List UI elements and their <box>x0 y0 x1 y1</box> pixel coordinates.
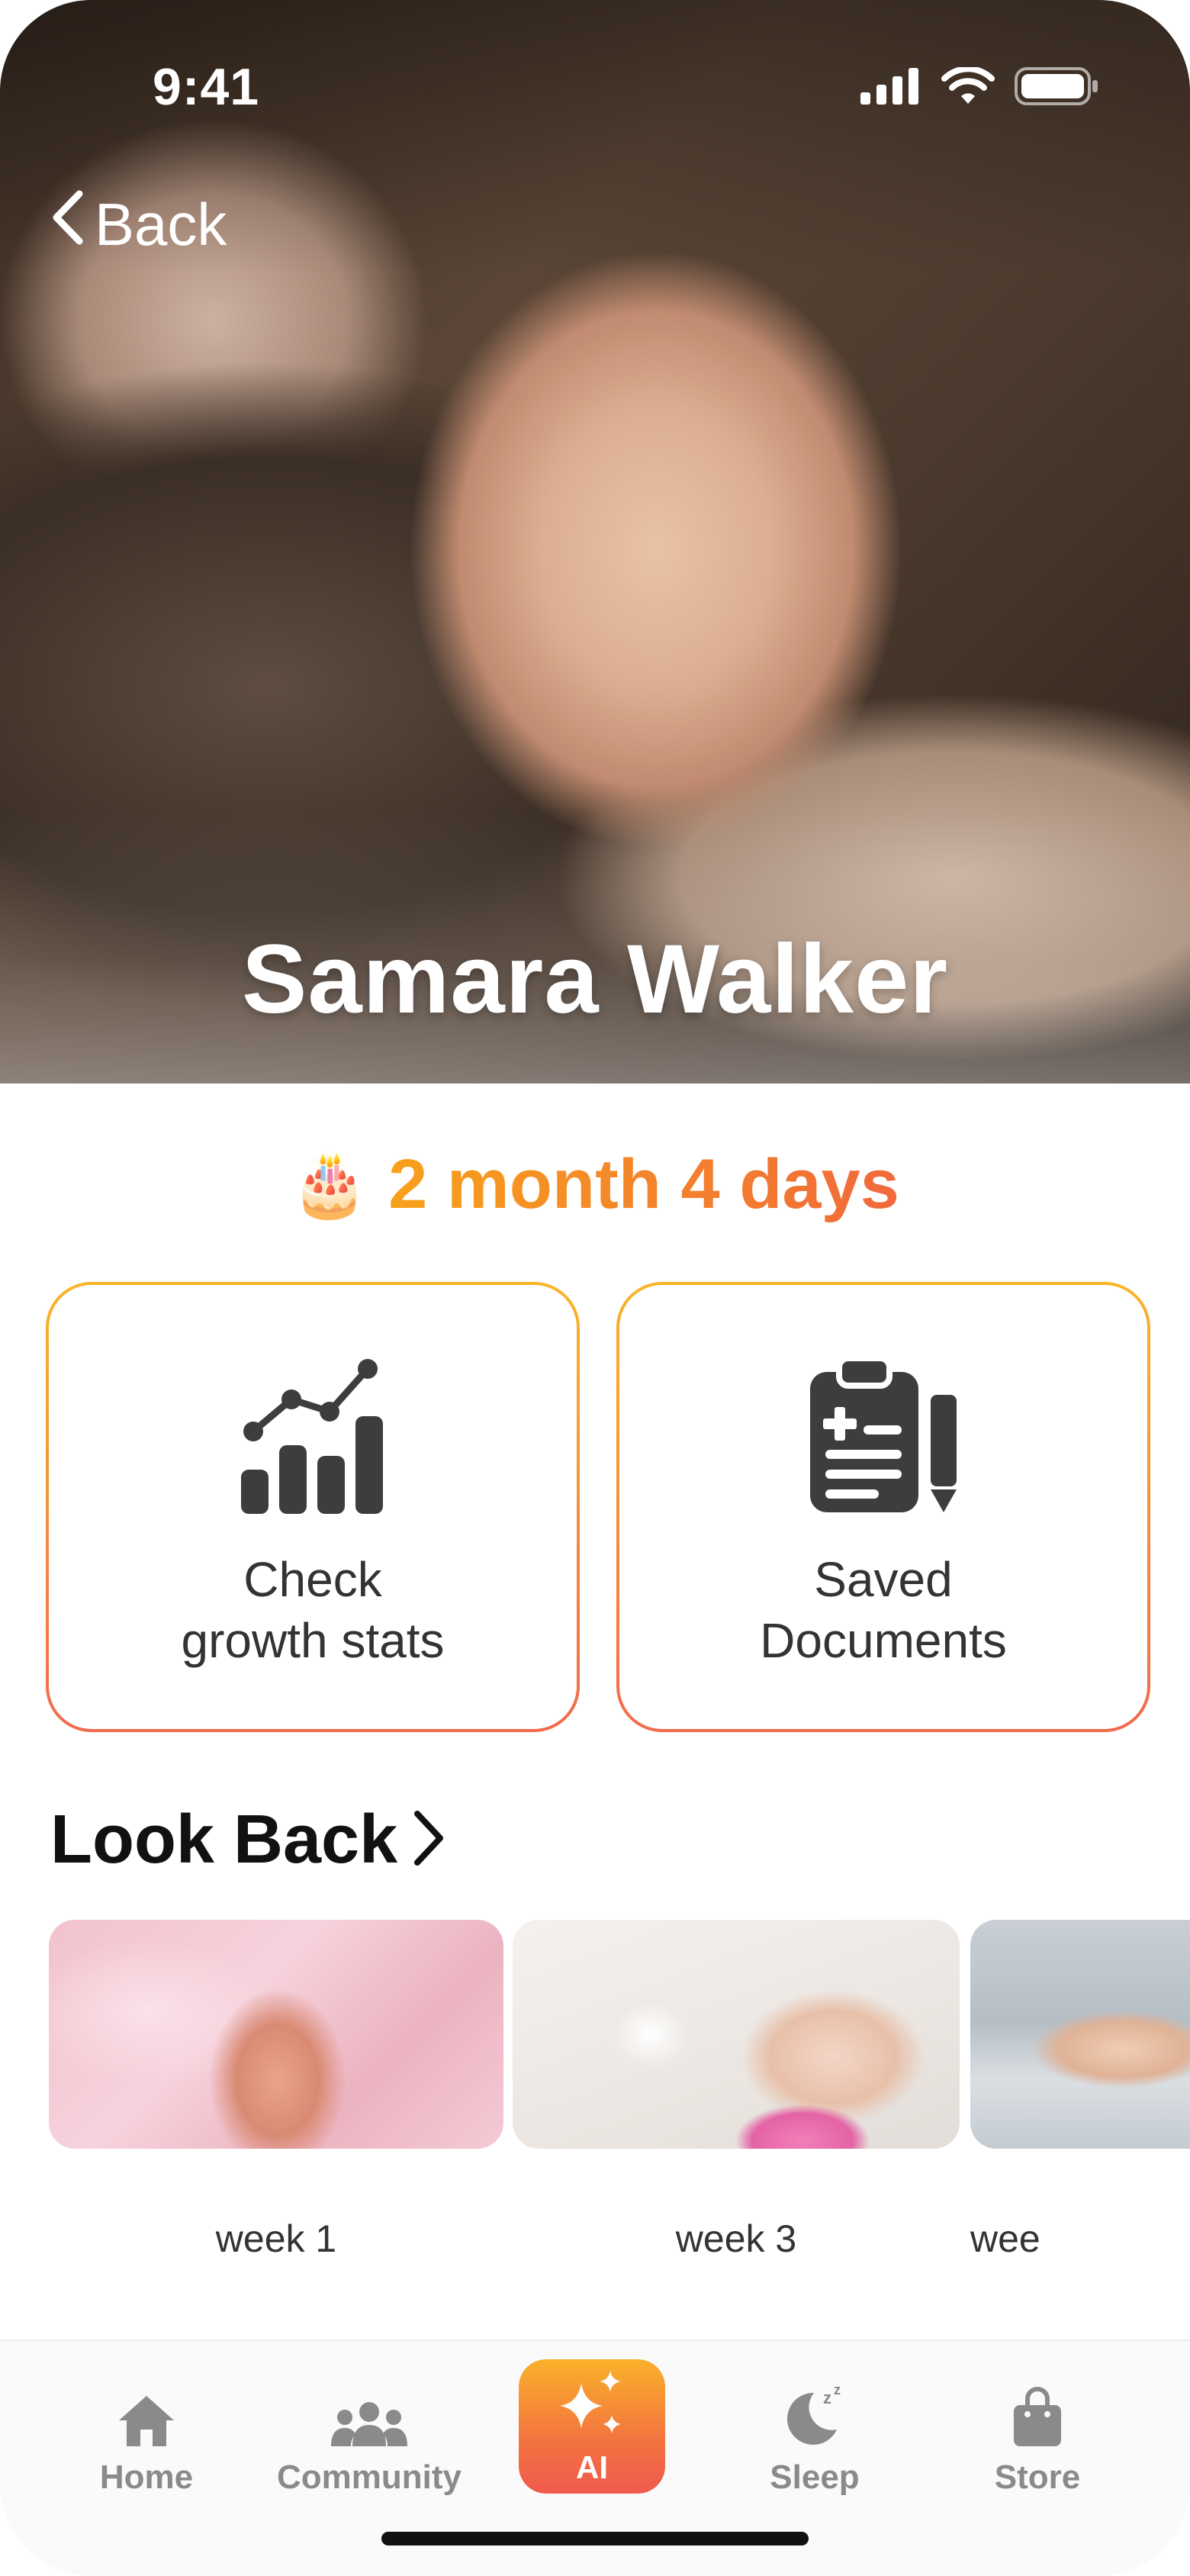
tab-community-label: Community <box>277 2458 462 2496</box>
saved-documents-label: Saved Documents <box>760 1552 1007 1668</box>
chevron-left-icon <box>50 189 84 260</box>
look-back-photo-week-1[interactable] <box>49 1920 503 2149</box>
hero-photo: 9:41 Back Samara Walker <box>0 0 1190 1084</box>
look-back-label: week 3 <box>675 2217 797 2260</box>
sparkle-icon <box>555 2368 629 2445</box>
tab-home[interactable]: Home <box>47 2364 246 2497</box>
svg-text:z: z <box>834 2382 841 2397</box>
clipboard-document-icon <box>807 1355 960 1515</box>
look-back-carousel[interactable] <box>49 1920 1190 2149</box>
status-icons <box>860 66 1098 109</box>
age-row: 🎂 2 month 4 days <box>0 1145 1190 1225</box>
app-screen: 9:41 Back Samara Walker 🎂 2 month 4 days… <box>0 0 1190 2576</box>
birthday-cake-icon: 🎂 <box>291 1149 369 1219</box>
look-back-header[interactable]: Look Back <box>50 1801 446 1879</box>
moon-sleep-icon: z z <box>780 2364 849 2448</box>
tab-sleep-label: Sleep <box>770 2458 860 2496</box>
look-back-title: Look Back <box>50 1802 398 1878</box>
look-back-label: week 1 <box>215 2217 337 2260</box>
tab-store-label: Store <box>994 2458 1081 2496</box>
home-indicator <box>381 2532 809 2545</box>
tab-community[interactable]: Community <box>270 2364 468 2497</box>
community-icon <box>330 2364 409 2448</box>
status-time: 9:41 <box>153 58 260 116</box>
saved-documents-card[interactable]: Saved Documents <box>616 1282 1150 1732</box>
growth-stats-card[interactable]: Check growth stats <box>46 1282 580 1732</box>
svg-text:z: z <box>823 2388 831 2407</box>
age-text: 2 month 4 days <box>388 1145 899 1223</box>
tab-sleep[interactable]: z z Sleep <box>716 2364 914 2497</box>
growth-stats-label: Check growth stats <box>181 1552 445 1668</box>
chevron-right-icon <box>411 1808 446 1872</box>
signal-icon <box>860 68 921 108</box>
back-label: Back <box>95 191 227 258</box>
tab-store[interactable]: Store <box>938 2364 1137 2497</box>
home-icon <box>116 2364 177 2448</box>
tab-ai-label: AI <box>576 2449 608 2485</box>
wifi-icon <box>941 66 995 109</box>
tab-home-label: Home <box>99 2458 194 2496</box>
shopping-bag-icon <box>1011 2364 1064 2448</box>
battery-icon <box>1015 67 1098 109</box>
back-button[interactable]: Back <box>50 189 227 260</box>
growth-chart-icon <box>236 1355 389 1515</box>
look-back-photo-week-3[interactable] <box>513 1920 960 2149</box>
tab-ai[interactable]: AI <box>519 2359 665 2494</box>
status-bar: 9:41 <box>0 0 1190 153</box>
child-name: Samara Walker <box>241 925 949 1034</box>
look-back-photo-next[interactable] <box>970 1920 1190 2149</box>
look-back-label: wee <box>970 2217 1040 2260</box>
